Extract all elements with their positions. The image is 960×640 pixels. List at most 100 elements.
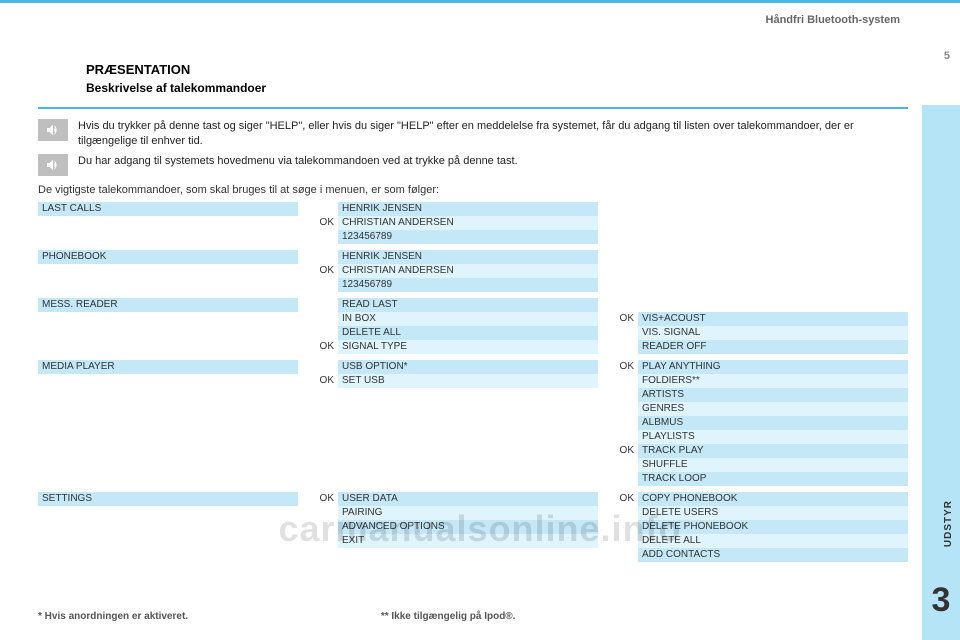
table-cell xyxy=(38,444,298,458)
table-cell xyxy=(598,506,638,520)
content-area: PRÆSENTATION Beskrivelse af talekommando… xyxy=(38,54,908,562)
table-cell: SETTINGS xyxy=(38,492,298,506)
table-row: OKCHRISTIAN ANDERSEN xyxy=(38,216,908,230)
voice-icon xyxy=(38,119,68,141)
table-cell xyxy=(598,340,638,354)
table-cell: DELETE ALL xyxy=(638,534,908,548)
table-row: LAST CALLSHENRIK JENSEN xyxy=(38,202,908,216)
table-cell xyxy=(38,312,298,326)
table-cell xyxy=(338,430,598,444)
footnote-1: * Hvis anordningen er aktiveret. xyxy=(38,611,188,622)
table-cell xyxy=(598,430,638,444)
table-cell xyxy=(298,326,338,340)
table-row: OKSIGNAL TYPEREADER OFF xyxy=(38,340,908,354)
table-cell: OK xyxy=(598,312,638,326)
table-cell xyxy=(298,548,338,562)
table-row: TRACK LOOP xyxy=(38,472,908,486)
table-cell: PLAYLISTS xyxy=(638,430,908,444)
table-cell: ADD CONTACTS xyxy=(638,548,908,562)
table-cell xyxy=(38,278,298,292)
table-cell xyxy=(298,534,338,548)
table-cell xyxy=(338,416,598,430)
table-cell xyxy=(38,388,298,402)
table-cell: MEDIA PLAYER xyxy=(38,360,298,374)
table-cell xyxy=(38,230,298,244)
table-cell: IN BOX xyxy=(338,312,598,326)
table-cell xyxy=(38,264,298,278)
table-cell: PLAY ANYTHING xyxy=(638,360,908,374)
table-cell xyxy=(338,458,598,472)
table-cell: GENRES xyxy=(638,402,908,416)
table-cell xyxy=(38,534,298,548)
table-cell xyxy=(38,458,298,472)
page-subtitle: Beskrivelse af talekommandoer xyxy=(86,81,898,95)
page-number: 5 xyxy=(944,50,950,62)
table-cell xyxy=(298,360,338,374)
side-chapter-number: 3 xyxy=(922,581,960,620)
table-cell xyxy=(298,416,338,430)
table-cell xyxy=(598,472,638,486)
table-cell xyxy=(38,430,298,444)
table-cell: OK xyxy=(298,216,338,230)
table-cell: DELETE PHONEBOOK xyxy=(638,520,908,534)
table-cell xyxy=(38,416,298,430)
table-cell: SET USB xyxy=(338,374,598,388)
table-row: ADD CONTACTS xyxy=(38,548,908,562)
table-row: MEDIA PLAYERUSB OPTION*OKPLAY ANYTHING xyxy=(38,360,908,374)
table-row: SHUFFLE xyxy=(38,458,908,472)
table-cell: MESS. READER xyxy=(38,298,298,312)
top-border xyxy=(0,0,960,11)
table-cell: READ LAST xyxy=(338,298,598,312)
table-cell xyxy=(298,312,338,326)
table-cell xyxy=(598,534,638,548)
main-note-text: Du har adgang til systemets hovedmenu vi… xyxy=(78,154,518,169)
table-cell xyxy=(298,278,338,292)
table-cell xyxy=(298,298,338,312)
table-cell xyxy=(298,230,338,244)
table-cell xyxy=(298,202,338,216)
table-row: ADVANCED OPTIONSDELETE PHONEBOOK xyxy=(38,520,908,534)
table-cell: TRACK PLAY xyxy=(638,444,908,458)
table-cell xyxy=(598,326,638,340)
table-cell: CHRISTIAN ANDERSEN xyxy=(338,216,598,230)
table-row: MESS. READER READ LAST xyxy=(38,298,908,312)
table-cell: USER DATA xyxy=(338,492,598,506)
table-cell: OK xyxy=(598,492,638,506)
table-cell xyxy=(598,264,638,278)
table-cell xyxy=(598,402,638,416)
table-cell xyxy=(38,326,298,340)
table-cell xyxy=(298,388,338,402)
table-row: 123456789 xyxy=(38,278,908,292)
table-intro: De vigtigste talekommandoer, som skal br… xyxy=(38,184,908,196)
table-cell xyxy=(298,430,338,444)
table-cell xyxy=(598,374,638,388)
main-note: Du har adgang til systemets hovedmenu vi… xyxy=(38,154,908,176)
table-cell: ALBMUS xyxy=(638,416,908,430)
table-cell: PHONEBOOK xyxy=(38,250,298,264)
table-cell xyxy=(298,472,338,486)
table-cell xyxy=(598,202,638,216)
table-cell xyxy=(38,374,298,388)
table-cell: ARTISTS xyxy=(638,388,908,402)
table-cell xyxy=(38,520,298,534)
table-cell: SIGNAL TYPE xyxy=(338,340,598,354)
table-cell xyxy=(298,402,338,416)
table-cell xyxy=(298,444,338,458)
table-cell: USB OPTION* xyxy=(338,360,598,374)
table-cell: OK xyxy=(298,492,338,506)
table-cell: DELETE USERS xyxy=(638,506,908,520)
table-cell xyxy=(38,216,298,230)
table-cell xyxy=(298,520,338,534)
table-cell xyxy=(638,216,908,230)
table-cell: 123456789 xyxy=(338,230,598,244)
table-cell xyxy=(338,388,598,402)
table-row: GENRES xyxy=(38,402,908,416)
table-cell xyxy=(598,298,638,312)
table-cell: FOLDIERS** xyxy=(638,374,908,388)
table-cell: VIS. SIGNAL xyxy=(638,326,908,340)
table-cell xyxy=(38,340,298,354)
table-cell xyxy=(38,548,298,562)
table-row: PHONEBOOKHENRIK JENSEN xyxy=(38,250,908,264)
table-cell: HENRIK JENSEN xyxy=(338,202,598,216)
table-row: EXITDELETE ALL xyxy=(38,534,908,548)
